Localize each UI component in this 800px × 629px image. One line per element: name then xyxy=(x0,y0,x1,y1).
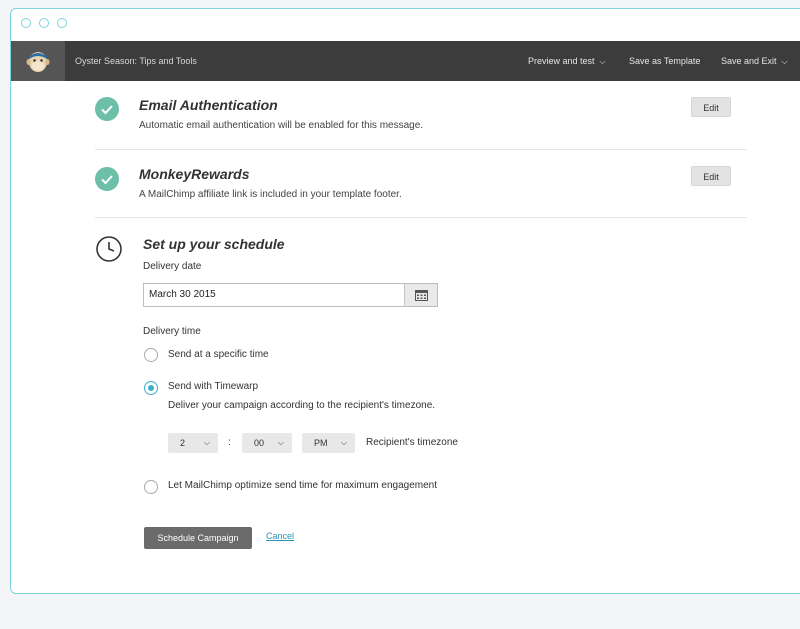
timezone-label: Recipient's timezone xyxy=(366,437,458,448)
option-specific-time-label: Send at a specific time xyxy=(168,349,269,360)
radio-timewarp[interactable] xyxy=(144,381,158,395)
auth-title: Email Authentication xyxy=(139,97,278,113)
rewards-desc: A MailChimp affiliate link is included i… xyxy=(139,189,402,200)
preview-menu[interactable]: Preview and test ⌵ xyxy=(528,41,606,81)
window-dot-maximize[interactable] xyxy=(57,18,67,28)
window-dot-close[interactable] xyxy=(21,18,31,28)
rewards-edit-button[interactable]: Edit xyxy=(691,166,731,186)
delivery-date-label: Delivery date xyxy=(143,261,202,272)
campaign-title: Oyster Season: Tips and Tools xyxy=(75,56,197,66)
rewards-title: MonkeyRewards xyxy=(139,166,250,182)
auth-edit-button[interactable]: Edit xyxy=(691,97,731,117)
delivery-time-label: Delivery time xyxy=(143,326,201,337)
preview-menu-label: Preview and test xyxy=(528,56,595,66)
minute-value: 00 xyxy=(254,438,265,448)
save-exit-menu[interactable]: Save and Exit ⌵ xyxy=(721,41,788,81)
cancel-link[interactable]: Cancel xyxy=(266,531,294,541)
top-bar: Oyster Season: Tips and Tools Preview an… xyxy=(11,41,800,81)
delivery-date-value: March 30 2015 xyxy=(149,289,216,300)
window-chrome xyxy=(11,9,800,41)
option-timewarp-label: Send with Timewarp xyxy=(168,381,259,392)
divider xyxy=(95,217,747,218)
hour-value: 2 xyxy=(180,438,186,448)
chevron-down-icon: ⌵ xyxy=(781,57,788,66)
ampm-value: PM xyxy=(314,438,328,448)
schedule-title: Set up your schedule xyxy=(143,236,285,252)
radio-optimize[interactable] xyxy=(144,480,158,494)
window-dot-minimize[interactable] xyxy=(39,18,49,28)
auth-desc: Automatic email authentication will be e… xyxy=(139,120,424,131)
chevron-down-icon: ⌵ xyxy=(340,438,347,447)
chevron-down-icon: ⌵ xyxy=(599,57,606,66)
hour-select[interactable]: 2 ⌵ xyxy=(168,433,218,453)
clock-icon xyxy=(96,236,122,262)
schedule-campaign-button[interactable]: Schedule Campaign xyxy=(144,527,252,549)
save-exit-label: Save and Exit xyxy=(721,56,777,66)
ampm-select[interactable]: PM ⌵ xyxy=(302,433,355,453)
save-template-button[interactable]: Save as Template xyxy=(629,41,700,81)
app-window: Oyster Season: Tips and Tools Preview an… xyxy=(10,8,800,594)
chevron-down-icon: ⌵ xyxy=(203,438,210,447)
timewarp-description: Deliver your campaign according to the r… xyxy=(168,400,436,411)
option-optimize-label: Let MailChimp optimize send time for max… xyxy=(168,480,437,491)
mailchimp-logo[interactable] xyxy=(11,41,65,81)
check-icon xyxy=(95,97,119,121)
divider xyxy=(95,149,747,150)
radio-specific-time[interactable] xyxy=(144,348,158,362)
calendar-icon[interactable] xyxy=(404,284,437,306)
monkey-icon xyxy=(26,52,50,72)
chevron-down-icon: ⌵ xyxy=(277,438,284,447)
check-icon xyxy=(95,167,119,191)
minute-select[interactable]: 00 ⌵ xyxy=(242,433,292,453)
time-separator: : xyxy=(228,437,231,448)
delivery-date-field[interactable]: March 30 2015 xyxy=(143,283,438,307)
